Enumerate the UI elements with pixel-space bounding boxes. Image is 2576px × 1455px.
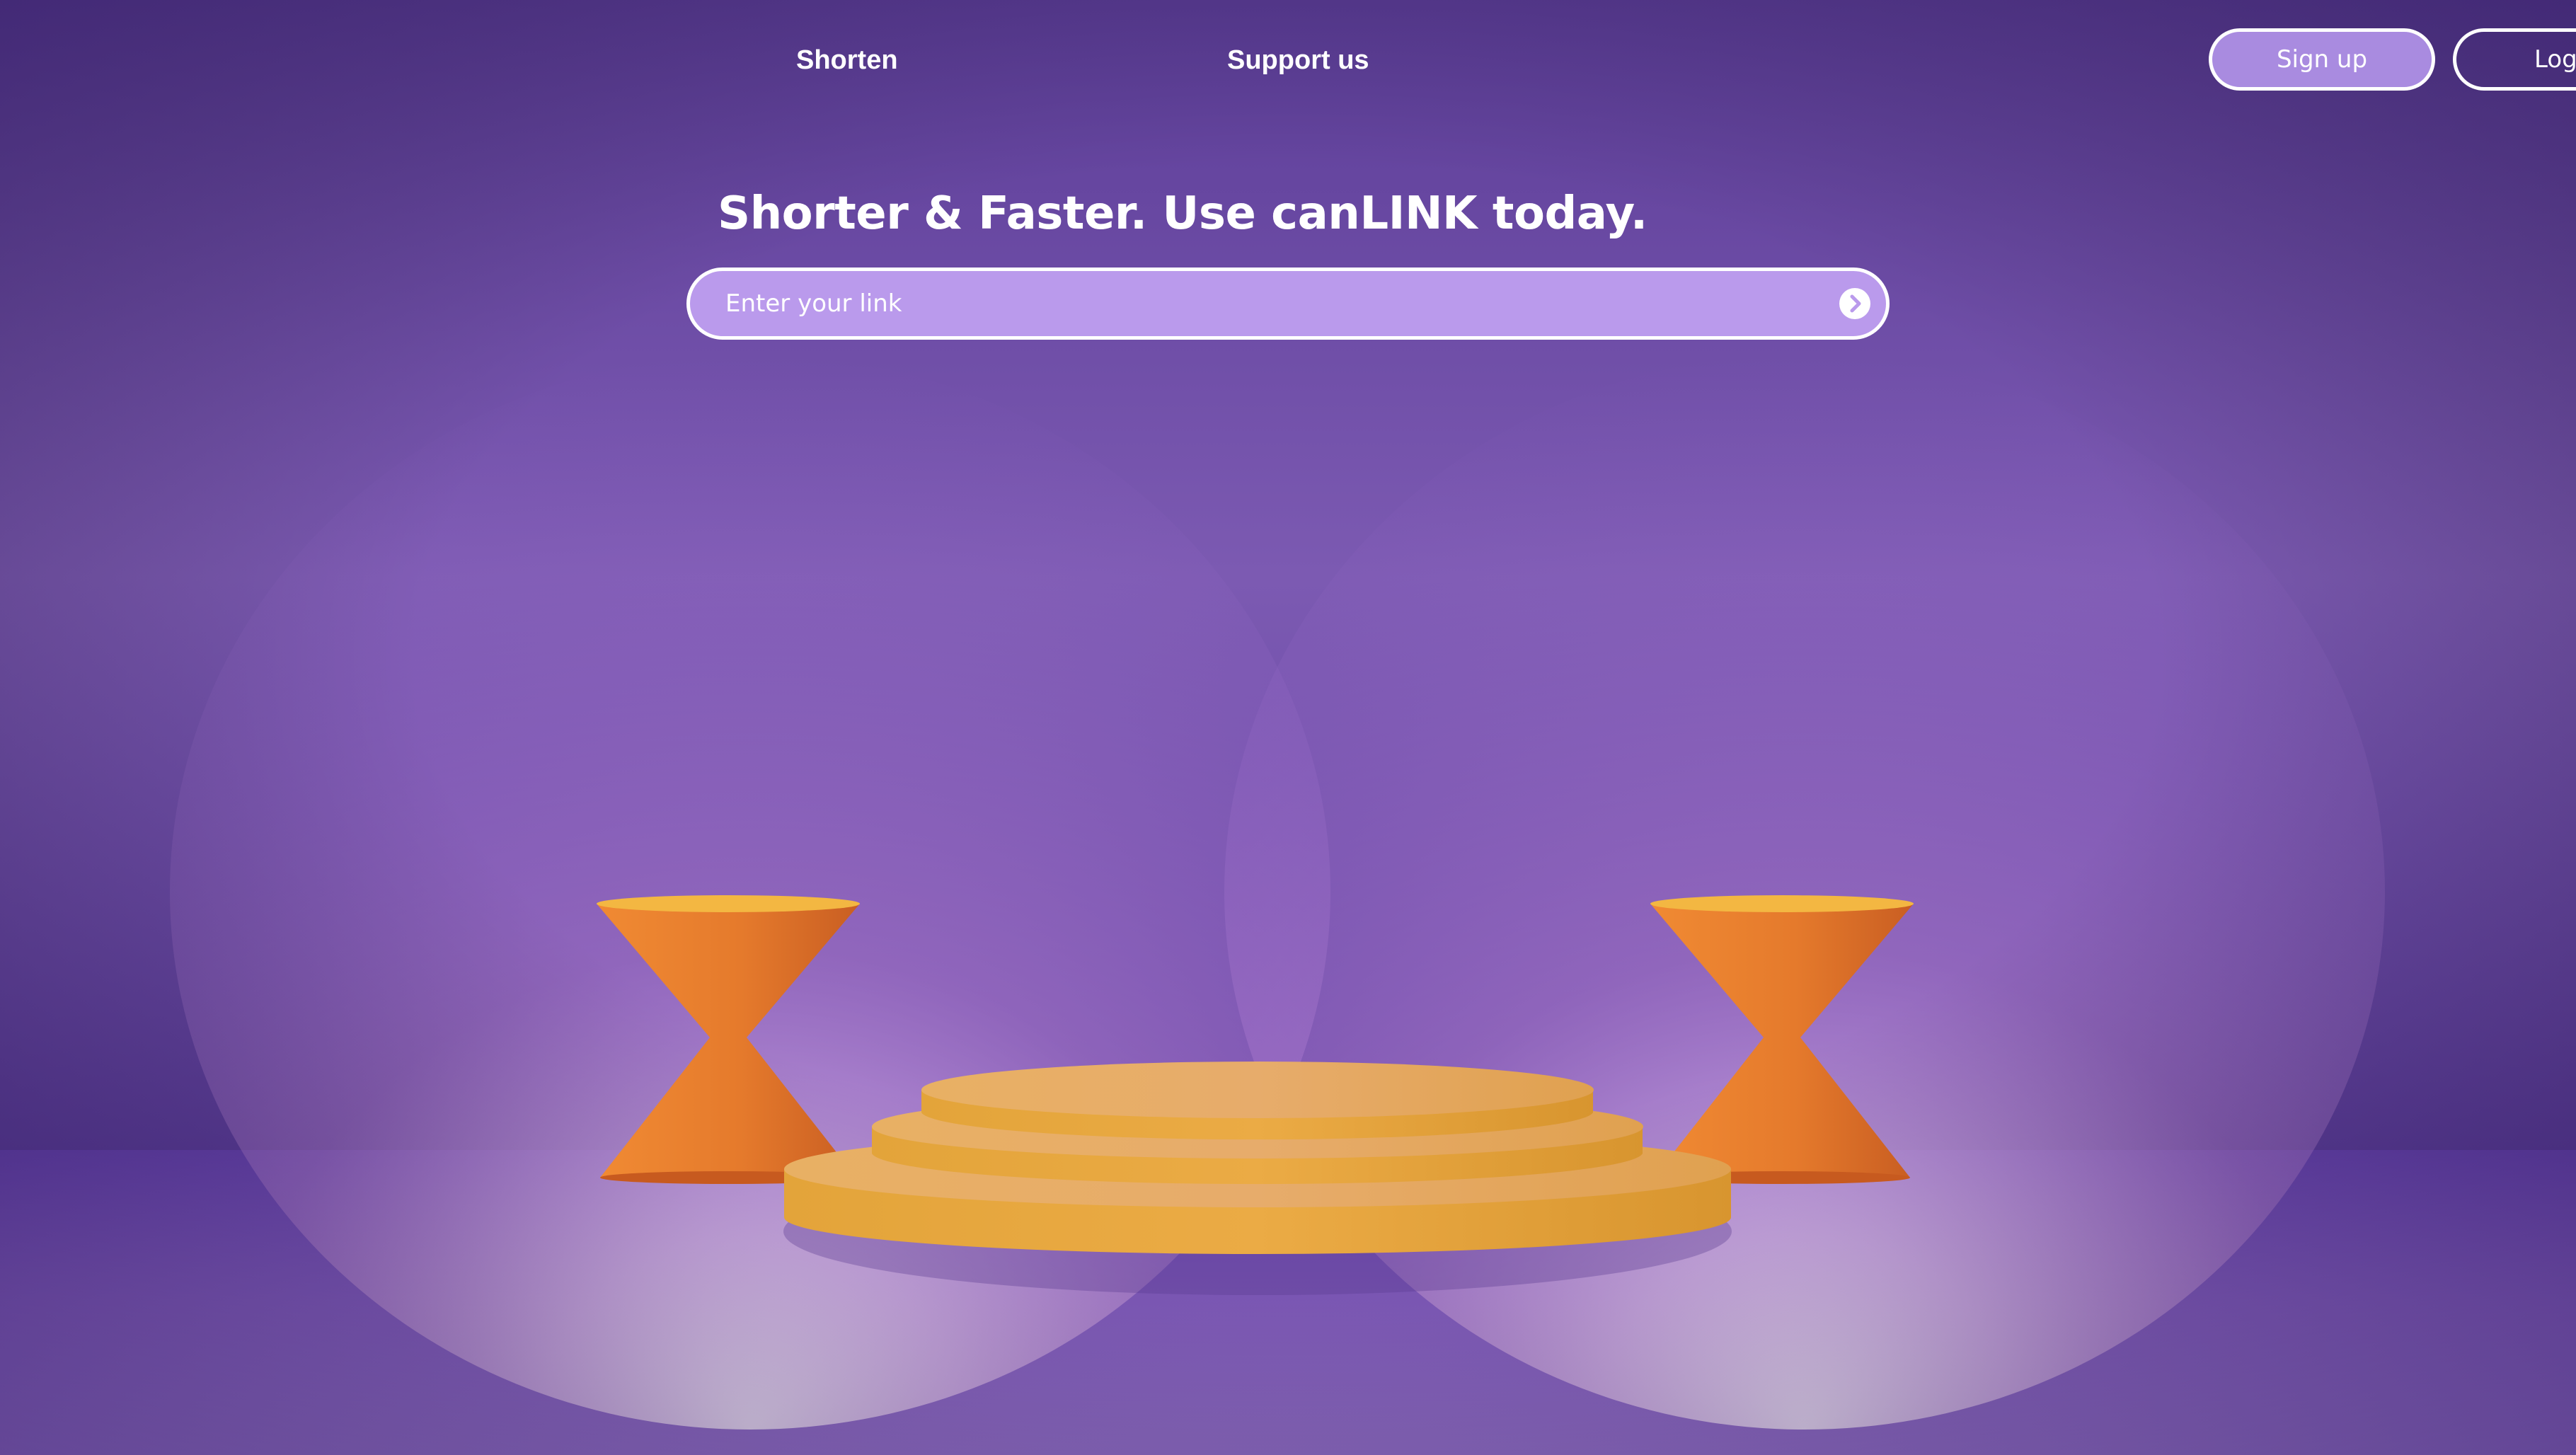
log-in-button[interactable]: Log <box>2453 28 2576 91</box>
nav-shorten-link[interactable]: Shorten <box>796 42 898 78</box>
arrow-right-circle-icon[interactable] <box>1838 287 1872 321</box>
sign-up-button[interactable]: Sign up <box>2209 28 2435 91</box>
link-form <box>686 268 1890 340</box>
podium <box>783 1062 1732 1295</box>
page-headline: Shorter & Faster. Use canLINK today. <box>718 188 1648 240</box>
nav-support-us-link[interactable]: Support us <box>1227 42 1369 78</box>
link-input[interactable] <box>690 271 1794 336</box>
